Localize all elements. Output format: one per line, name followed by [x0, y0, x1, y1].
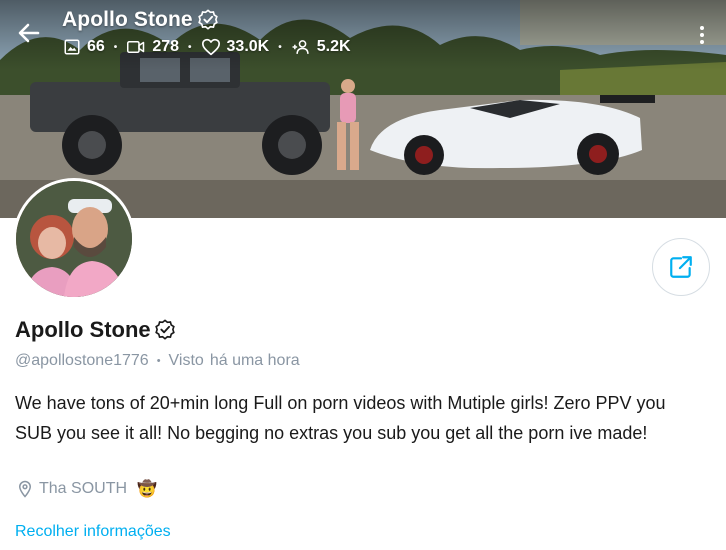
location-text: Tha SOUTH — [39, 480, 128, 497]
stat-separator: • — [188, 41, 192, 53]
handle-row: @apollostone1776 • Visto há uma hora — [15, 352, 300, 370]
arrow-left-icon — [18, 23, 40, 43]
last-seen-label: Visto — [168, 352, 204, 369]
stat-separator: • — [113, 41, 118, 53]
share-button[interactable] — [652, 238, 710, 296]
stat-likes-value: 33.0K — [226, 38, 270, 55]
collapse-info-link[interactable]: Recolher informações — [15, 523, 171, 541]
avatar-photo — [16, 181, 132, 297]
header-title-row: Apollo Stone — [62, 8, 219, 32]
avatar[interactable] — [13, 178, 135, 300]
stat-fans: 5.2K — [291, 38, 351, 56]
fans-icon — [292, 40, 309, 54]
verified-badge-icon — [197, 9, 218, 30]
stat-videos: 278 — [126, 38, 179, 56]
profile-handle: @apollostone1776 — [15, 352, 149, 369]
heart-icon — [201, 38, 220, 56]
stat-videos-value: 278 — [152, 38, 180, 55]
kebab-dot — [700, 33, 704, 37]
profile-name: Apollo Stone — [15, 317, 151, 342]
profile-name-row: Apollo Stone — [15, 317, 176, 343]
more-options-button[interactable] — [692, 20, 712, 50]
stat-likes: 33.0K — [201, 38, 270, 56]
stats-row: 66 • 278 • 33.0K • 5.2K — [63, 38, 351, 56]
video-icon — [127, 41, 145, 53]
handle-separator: • — [156, 355, 161, 367]
stat-photos: 66 — [63, 38, 105, 56]
last-seen-value: há uma hora — [209, 352, 300, 369]
location-row: Tha SOUTH 🤠 — [17, 479, 157, 499]
profile-bio: We have tons of 20+min long Full on porn… — [15, 393, 666, 443]
kebab-dot — [700, 40, 704, 44]
stat-fans-value: 5.2K — [316, 38, 351, 55]
stat-separator: • — [278, 41, 282, 53]
stat-photos-value: 66 — [87, 38, 105, 55]
share-icon — [670, 256, 692, 278]
location-pin-icon — [18, 480, 32, 498]
back-button[interactable] — [14, 18, 44, 48]
verified-badge-icon — [154, 319, 175, 340]
cowboy-emoji: 🤠 — [137, 481, 157, 498]
image-icon — [64, 39, 80, 55]
header-title: Apollo Stone — [62, 8, 193, 31]
kebab-dot — [700, 26, 704, 30]
